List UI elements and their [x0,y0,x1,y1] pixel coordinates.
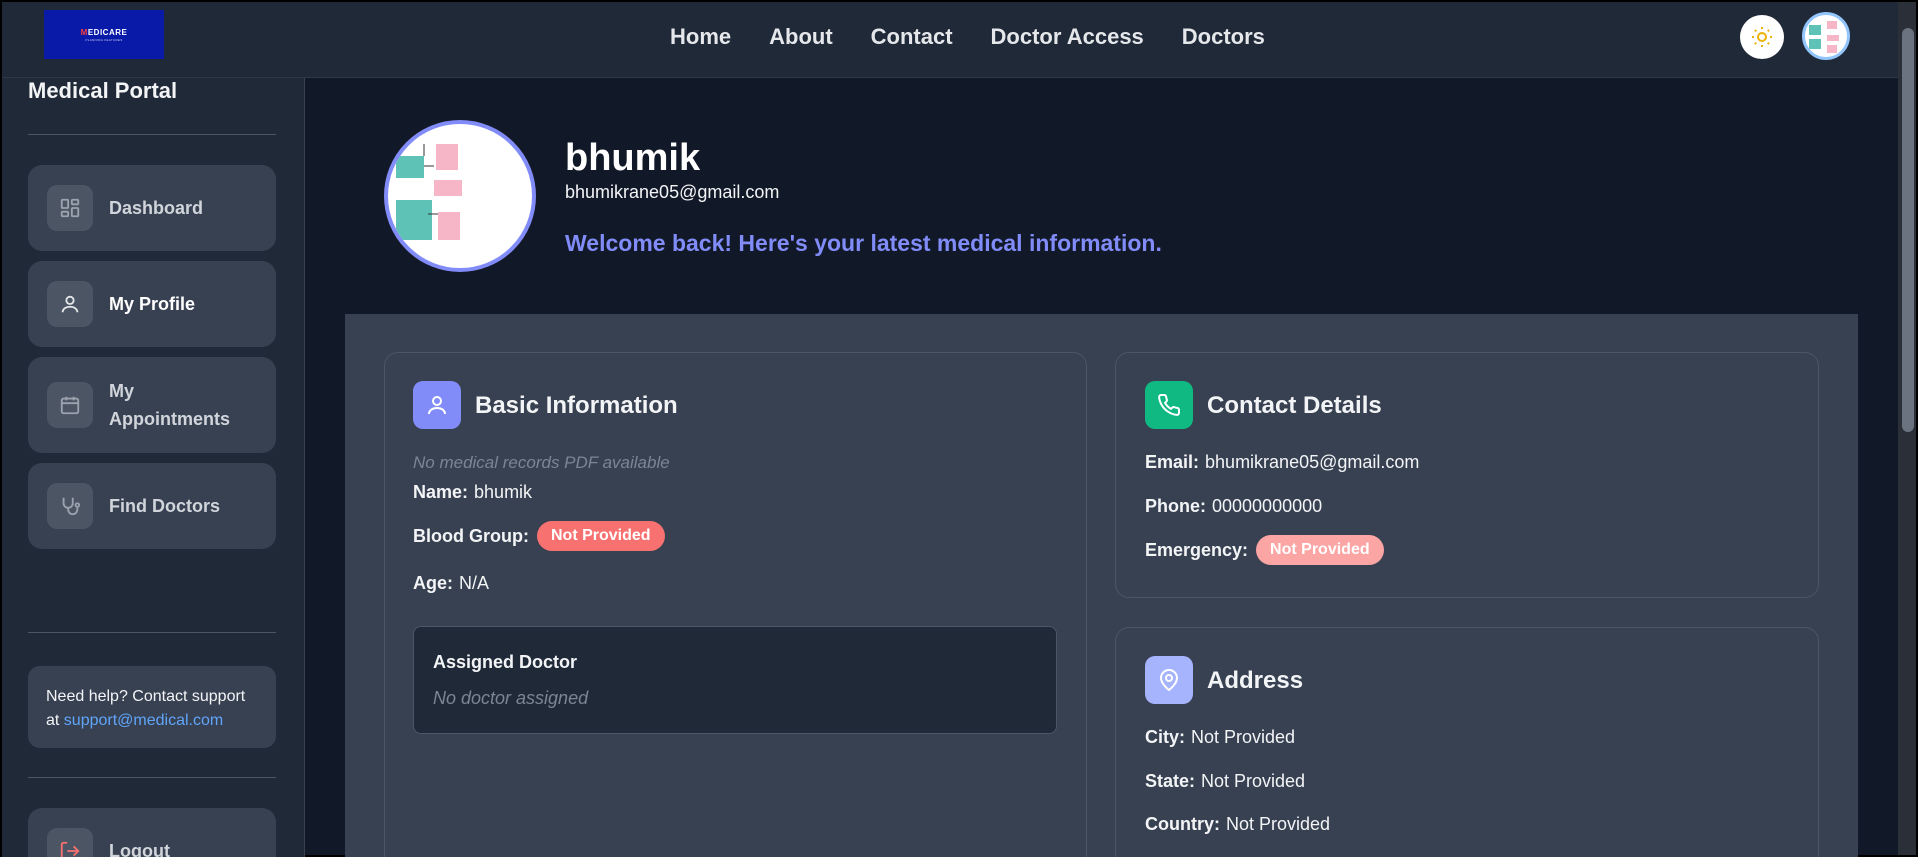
blood-group-badge: Not Provided [536,521,665,551]
theme-toggle-button[interactable] [1740,15,1784,59]
age-label: Age: [413,573,453,593]
top-navbar: MEDICARE PLANNING FEATURES Home About Co… [2,2,1916,78]
sidebar-item-find-doctors[interactable]: Find Doctors [28,463,276,549]
sidebar-item-label: Dashboard [109,198,204,218]
logout-button[interactable]: Logout [28,808,276,857]
city-value: Not Provided [1191,727,1296,747]
country-value: Not Provided [1226,814,1331,834]
state-label: State: [1145,771,1196,791]
sidebar-item-my-appointments[interactable]: My Appointments [28,357,276,453]
name-field: Name: bhumik [413,482,532,503]
blood-group-field: Blood Group: Not Provided [413,521,665,551]
state-field: State: Not Provided [1145,771,1305,792]
dashboard-icon [47,185,93,231]
phone-field: Phone: 00000000000 [1145,496,1322,517]
nav-links: Home About Contact Doctor Access Doctors [670,2,1265,72]
emergency-badge: Not Provided [1256,535,1384,565]
avatar-image [1809,21,1839,53]
phone-value: 00000000000 [1212,496,1323,516]
email-value: bhumikrane05@gmail.com [1205,452,1420,472]
email-field: Email: bhumikrane05@gmail.com [1145,452,1419,473]
state-value: Not Provided [1201,771,1306,791]
profile-avatar-image [396,144,462,240]
no-pdf-message: No medical records PDF available [413,453,670,472]
basic-information-title: Basic Information [475,392,678,419]
age-field: Age: N/A [413,573,489,594]
sidebar-item-dashboard[interactable]: Dashboard [28,165,276,251]
sidebar-item-my-profile[interactable]: My Profile [28,261,276,347]
sidebar-divider [28,777,276,778]
sidebar: Medical Portal Dashboard My Profile My A… [2,78,305,857]
age-value: N/A [459,573,490,593]
emergency-field: Emergency: Not Provided [1145,535,1384,565]
logout-label: Logout [109,841,170,857]
user-avatar-button[interactable] [1802,12,1850,60]
address-title: Address [1207,667,1304,694]
name-label: Name: [413,482,469,502]
logo-subtitle: PLANNING FEATURES [85,37,123,42]
nav-doctors[interactable]: Doctors [1182,24,1265,50]
email-label: Email: [1145,452,1200,472]
sidebar-item-label: Find Doctors [109,496,220,516]
logout-icon [47,828,93,857]
page-scrollbar-thumb[interactable] [1902,28,1914,432]
city-field: City: Not Provided [1145,727,1295,748]
logo-word: EDICARE [87,27,128,37]
sidebar-title: Medical Portal [28,78,178,103]
contact-details-title: Contact Details [1207,392,1382,419]
profile-name: bhumik [565,137,701,179]
country-label: Country: [1145,814,1220,834]
welcome-message: Welcome back! Here's your latest medical… [565,230,1162,256]
sidebar-item-label: My Profile [109,294,196,314]
sidebar-item-label: My Appointments [109,381,230,429]
sidebar-divider [28,134,276,135]
nav-contact[interactable]: Contact [871,24,953,50]
phone-label: Phone: [1145,496,1206,516]
profile-avatar [384,120,536,272]
nav-about[interactable]: About [769,24,833,50]
phone-icon [1145,381,1193,429]
stethoscope-icon [47,483,93,529]
nav-home[interactable]: Home [670,24,731,50]
assigned-doctor-title: Assigned Doctor [433,652,578,672]
name-value: bhumik [474,482,533,502]
map-pin-icon [1145,656,1193,704]
sidebar-divider [28,632,276,633]
city-label: City: [1145,727,1185,747]
blood-group-label: Blood Group: [413,525,529,546]
assigned-doctor-box: Assigned Doctor No doctor assigned [413,626,1057,734]
brand-logo[interactable]: MEDICARE PLANNING FEATURES [44,10,164,59]
help-box: Need help? Contact support at support@me… [28,666,276,748]
user-icon [47,281,93,327]
profile-email: bhumikrane05@gmail.com [565,182,780,202]
assigned-doctor-value: No doctor assigned [433,688,589,708]
nav-doctor-access[interactable]: Doctor Access [991,24,1144,50]
basic-information-card [384,352,1087,857]
country-field: Country: Not Provided [1145,814,1330,835]
emergency-label: Emergency: [1145,539,1249,560]
sun-icon [1752,27,1772,47]
user-icon [413,381,461,429]
support-email-link[interactable]: support@medical.com [64,712,223,729]
calendar-icon [47,382,93,428]
logo-letter: M [80,27,88,37]
